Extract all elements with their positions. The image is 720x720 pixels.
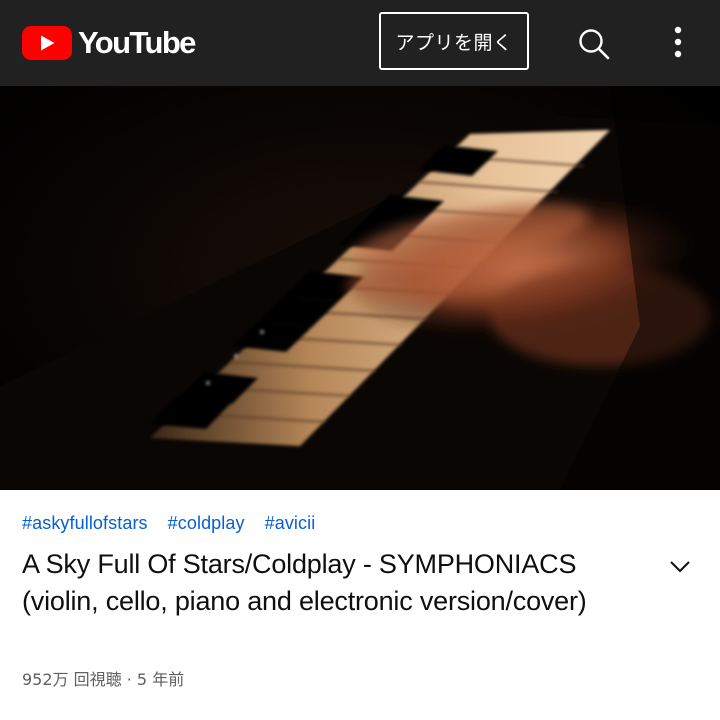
- youtube-mobile-watch-page: YouTube アプリを開く #askyfullofstars #coldpla…: [0, 0, 720, 720]
- logo-wordmark: YouTube: [78, 25, 196, 60]
- more-vertical-icon: [674, 26, 682, 58]
- open-app-button[interactable]: アプリを開く: [379, 12, 529, 70]
- video-title[interactable]: A Sky Full Of Stars/Coldplay - SYMPHONIA…: [22, 546, 654, 620]
- hashtag-link[interactable]: #coldplay: [168, 513, 245, 534]
- youtube-logo[interactable]: YouTube: [22, 25, 196, 60]
- video-player[interactable]: [0, 86, 720, 490]
- stats-separator: ·: [126, 670, 132, 689]
- video-stats: 952万 回視聴 · 5 年前: [22, 666, 184, 690]
- hashtag-list: #askyfullofstars #coldplay #avicii: [22, 513, 335, 534]
- youtube-play-logo-icon: [22, 26, 72, 60]
- video-metadata: #askyfullofstars #coldplay #avicii A Sky…: [0, 490, 720, 720]
- expand-description-button[interactable]: [664, 550, 696, 582]
- view-count: 952万 回視聴: [22, 670, 122, 689]
- top-app-bar: YouTube アプリを開く: [0, 0, 720, 86]
- search-button[interactable]: [572, 22, 616, 66]
- chevron-down-icon: [670, 561, 690, 573]
- search-icon: [579, 29, 610, 60]
- hashtag-link[interactable]: #askyfullofstars: [22, 513, 148, 534]
- more-options-button[interactable]: [656, 20, 700, 64]
- hashtag-link[interactable]: #avicii: [265, 513, 316, 534]
- upload-age: 5 年前: [136, 670, 185, 689]
- video-frame-piano-image: [0, 86, 720, 490]
